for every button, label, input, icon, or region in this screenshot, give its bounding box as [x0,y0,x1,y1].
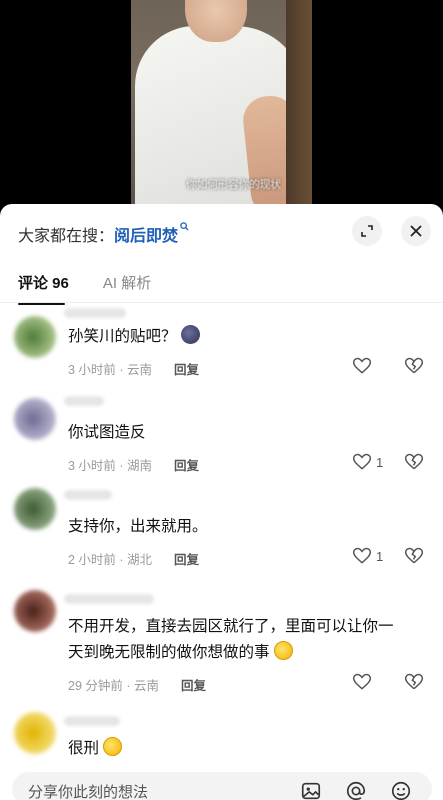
laugh-cry-emoji [273,641,293,660]
mention-icon[interactable] [345,780,367,800]
avatar[interactable] [14,316,56,358]
like-count: 1 [376,548,384,564]
username-blurred[interactable] [64,490,112,500]
comment-tabs: 评论 96 AI 解析 [18,272,151,305]
heart-icon [352,453,372,470]
emoji-icon[interactable] [390,780,412,800]
search-suggestion-keyword[interactable]: 阅后即焚 [114,228,178,245]
comment-text: 你试图造反 [68,424,146,441]
grin-emoji [103,737,123,756]
comment-meta: 2 小时前 · 湖北 回复 [68,553,200,567]
username-blurred[interactable] [64,594,154,604]
reply-button[interactable]: 回复 [181,679,206,693]
avatar[interactable] [14,590,56,632]
collapse-icon [361,225,373,237]
video-subtitle: 你如何形容你的现状 [186,179,281,191]
comment-text: 支持你，出来就用。 [68,518,208,535]
reply-button[interactable]: 回复 [174,459,199,473]
like-button[interactable]: 1 [352,546,383,566]
tab-ai-analysis[interactable]: AI 解析 [103,272,151,305]
like-button[interactable] [352,672,372,692]
username-blurred[interactable] [64,716,120,726]
broken-heart-icon [404,673,424,690]
comment-input-placeholder: 分享你此刻的想法 [28,784,149,800]
dislike-button[interactable] [404,452,424,477]
broken-heart-icon [404,453,424,470]
heart-icon [352,547,372,564]
heart-icon [352,357,372,374]
search-suggestion[interactable]: 大家都在搜：阅后即焚 [18,222,189,246]
avatar[interactable] [14,712,56,754]
dislike-button[interactable] [404,672,424,697]
username-blurred[interactable] [64,396,104,406]
broken-heart-icon [404,547,424,564]
tab-divider [0,302,443,303]
blob-emoji [180,325,200,344]
avatar[interactable] [14,398,56,440]
video-player[interactable]: 你如何形容你的现状 [0,0,443,212]
username-blurred[interactable] [64,308,126,318]
comment-text: 孙笑川的贴吧？ [68,324,408,350]
comment-meta: 3 小时前 · 湖南 回复 [68,459,200,473]
comment-text: 不用开发，直接去园区就行了，里面可以让你一天到晚无限制的做你想做的事 [68,618,394,661]
dislike-button[interactable] [404,546,424,571]
collapse-button[interactable] [352,216,382,246]
comment-meta: 29 分钟前 · 云南 回复 [68,679,207,693]
reply-button[interactable]: 回复 [174,363,199,377]
video-background-wall [286,0,312,212]
tab-comments[interactable]: 评论 96 [18,272,69,305]
heart-icon [352,673,372,690]
comment-meta: 3 小时前 · 云南 回复 [68,363,200,377]
comment-input[interactable]: 分享你此刻的想法 [12,772,432,800]
comment-text: 很刑 [68,736,408,762]
dislike-button[interactable] [404,356,424,381]
avatar[interactable] [14,488,56,530]
image-icon[interactable] [300,780,322,800]
like-count: 1 [376,454,384,470]
reply-button[interactable]: 回复 [174,553,199,567]
search-icon [180,222,189,234]
search-suggestion-prefix: 大家都在搜： [18,228,115,245]
broken-heart-icon [404,357,424,374]
close-button[interactable] [401,216,431,246]
comments-sheet: 大家都在搜：阅后即焚 评论 96 AI 解析 孙笑川的贴吧？ 3 小时前 · 云… [0,204,443,800]
close-icon [410,225,422,237]
like-button[interactable]: 1 [352,452,383,472]
like-button[interactable] [352,356,372,376]
comment-input-bar: 分享你此刻的想法 [0,766,443,800]
